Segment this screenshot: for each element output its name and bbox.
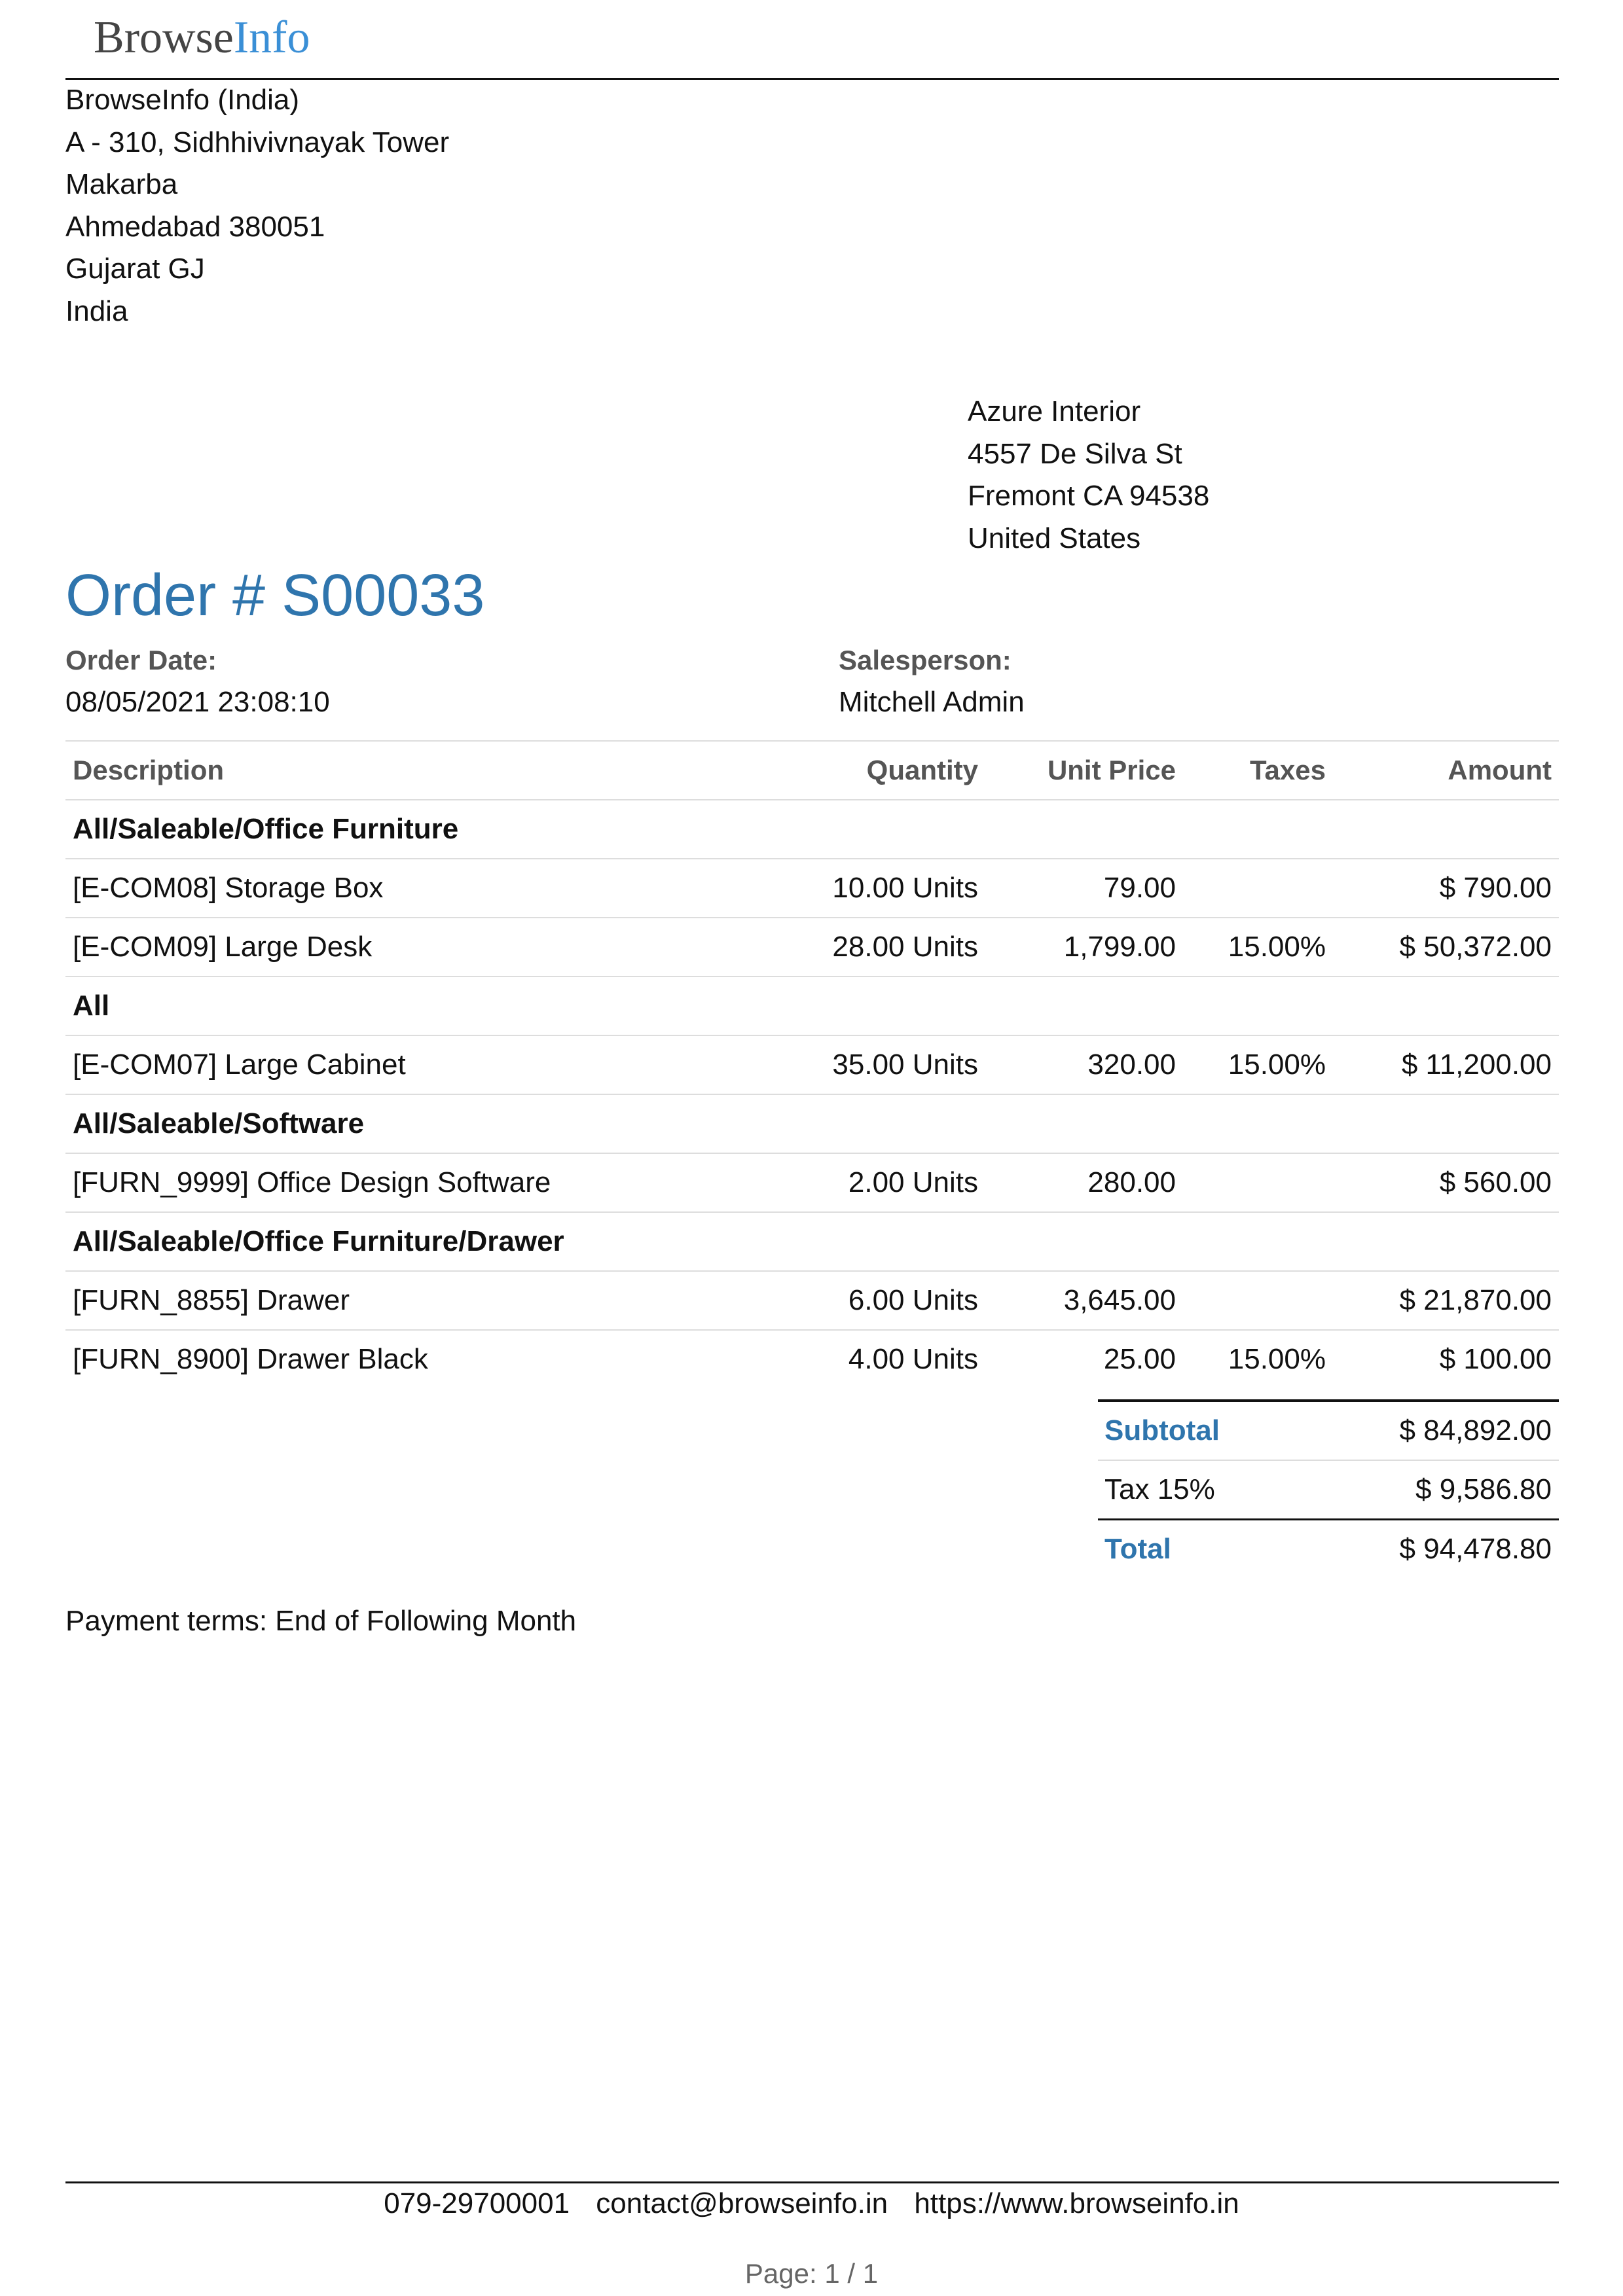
section-title: All/Saleable/Office Furniture/Drawer	[73, 1225, 564, 1257]
subtotal-value: $ 84,892.00	[1399, 1414, 1552, 1446]
tax-value: $ 9,586.80	[1415, 1473, 1552, 1505]
salesperson-value: Mitchell Admin	[839, 686, 1025, 718]
customer-address-line: Azure Interior	[968, 395, 1141, 427]
line-amount: $ 11,200.00	[1401, 1049, 1552, 1081]
line-taxes: 15.00%	[1228, 931, 1326, 963]
order-lines-table: Description Quantity Unit Price Taxes Am…	[65, 740, 1559, 1388]
section-row: All/Saleable/Software	[65, 1094, 1559, 1154]
table-row: [FURN_8900] Drawer Black 4.00 Units 25.0…	[65, 1329, 1559, 1388]
line-amount: $ 21,870.00	[1399, 1284, 1552, 1316]
line-amount: $ 50,372.00	[1399, 931, 1552, 963]
line-description: [E-COM08] Storage Box	[73, 872, 384, 904]
line-description: [E-COM09] Large Desk	[73, 931, 373, 963]
line-quantity: 4.00 Units	[848, 1343, 978, 1375]
line-taxes: 15.00%	[1228, 1343, 1326, 1375]
footer-contact: 079-29700001 contact@browseinfo.in https…	[0, 2183, 1623, 2225]
column-header-taxes: Taxes	[1250, 755, 1326, 785]
line-description: [E-COM07] Large Cabinet	[73, 1049, 406, 1081]
footer-website[interactable]: https://www.browseinfo.in	[914, 2187, 1239, 2219]
line-unit-price: 320.00	[1087, 1049, 1176, 1081]
footer-phone: 079-29700001	[384, 2187, 570, 2219]
logo-text-part1: Browse	[94, 12, 234, 63]
line-description: [FURN_9999] Office Design Software	[73, 1166, 551, 1198]
company-address-line: Gujarat GJ	[65, 253, 205, 285]
line-description: [FURN_8855] Drawer	[73, 1284, 350, 1316]
column-header-unit-price: Unit Price	[1047, 755, 1176, 785]
totals-table: Subtotal $ 84,892.00 Tax 15% $ 9,586.80 …	[1098, 1399, 1559, 1578]
order-date-label: Order Date:	[65, 645, 217, 675]
customer-address-line: 4557 De Silva St	[968, 437, 1182, 470]
line-unit-price: 280.00	[1087, 1166, 1176, 1198]
company-logo: BrowseInfo	[94, 12, 310, 64]
tax-label: Tax 15%	[1104, 1473, 1215, 1505]
payment-terms: Payment terms: End of Following Month	[65, 1605, 577, 1637]
tax-row: Tax 15% $ 9,586.80	[1098, 1460, 1559, 1518]
line-amount: $ 560.00	[1439, 1166, 1552, 1198]
order-date-block: Order Date: 08/05/2021 23:08:10	[65, 639, 330, 723]
company-address-line: Ahmedabad 380051	[65, 210, 325, 243]
company-address-line: India	[65, 295, 128, 327]
table-row: [FURN_8855] Drawer 6.00 Units 3,645.00 $…	[65, 1270, 1559, 1329]
company-address-line: A - 310, Sidhhivivnayak Tower	[65, 126, 450, 158]
line-quantity: 35.00 Units	[832, 1049, 978, 1081]
subtotal-row: Subtotal $ 84,892.00	[1098, 1399, 1559, 1460]
section-title: All/Saleable/Office Furniture	[73, 813, 459, 845]
line-quantity: 28.00 Units	[832, 931, 978, 963]
line-quantity: 10.00 Units	[832, 872, 978, 904]
company-address: BrowseInfo (India) A - 310, Sidhhivivnay…	[65, 79, 449, 332]
salesperson-block: Salesperson: Mitchell Admin	[839, 639, 1025, 723]
order-date-value: 08/05/2021 23:08:10	[65, 686, 330, 718]
total-label: Total	[1104, 1533, 1171, 1565]
customer-address-line: United States	[968, 522, 1141, 554]
line-amount: $ 790.00	[1439, 872, 1552, 904]
line-unit-price: 25.00	[1103, 1343, 1176, 1375]
line-description: [FURN_8900] Drawer Black	[73, 1343, 428, 1375]
line-unit-price: 79.00	[1103, 872, 1176, 904]
table-row: [E-COM07] Large Cabinet 35.00 Units 320.…	[65, 1035, 1559, 1094]
total-value: $ 94,478.80	[1399, 1533, 1552, 1565]
company-address-line: Makarba	[65, 168, 178, 200]
section-title: All	[73, 990, 110, 1022]
column-header-description: Description	[73, 755, 225, 785]
line-quantity: 2.00 Units	[848, 1166, 978, 1198]
company-address-line: BrowseInfo (India)	[65, 84, 300, 116]
page-number: Page: 1 / 1	[744, 2258, 879, 2289]
section-row: All/Saleable/Office Furniture/Drawer	[65, 1211, 1559, 1272]
section-row: All/Saleable/Office Furniture	[65, 799, 1559, 859]
column-header-quantity: Quantity	[866, 755, 978, 785]
customer-address-line: Fremont CA 94538	[968, 480, 1210, 512]
table-row: [E-COM09] Large Desk 28.00 Units 1,799.0…	[65, 917, 1559, 976]
footer-email[interactable]: contact@browseinfo.in	[596, 2187, 888, 2219]
table-header-row: Description Quantity Unit Price Taxes Am…	[65, 740, 1559, 800]
table-row: [E-COM08] Storage Box 10.00 Units 79.00 …	[65, 858, 1559, 917]
line-taxes: 15.00%	[1228, 1049, 1326, 1081]
salesperson-label: Salesperson:	[839, 645, 1012, 675]
section-title: All/Saleable/Software	[73, 1107, 365, 1139]
customer-address: Azure Interior 4557 De Silva St Fremont …	[968, 391, 1209, 560]
order-title: Order # S00033	[65, 563, 485, 628]
table-row: [FURN_9999] Office Design Software 2.00 …	[65, 1153, 1559, 1211]
subtotal-label: Subtotal	[1104, 1414, 1220, 1446]
line-unit-price: 3,645.00	[1063, 1284, 1176, 1316]
column-header-amount: Amount	[1448, 755, 1552, 785]
line-amount: $ 100.00	[1439, 1343, 1552, 1375]
total-row: Total $ 94,478.80	[1098, 1518, 1559, 1578]
line-unit-price: 1,799.00	[1063, 931, 1176, 963]
line-quantity: 6.00 Units	[848, 1284, 978, 1316]
logo-text-part2: Info	[233, 12, 310, 63]
section-row: All	[65, 976, 1559, 1036]
